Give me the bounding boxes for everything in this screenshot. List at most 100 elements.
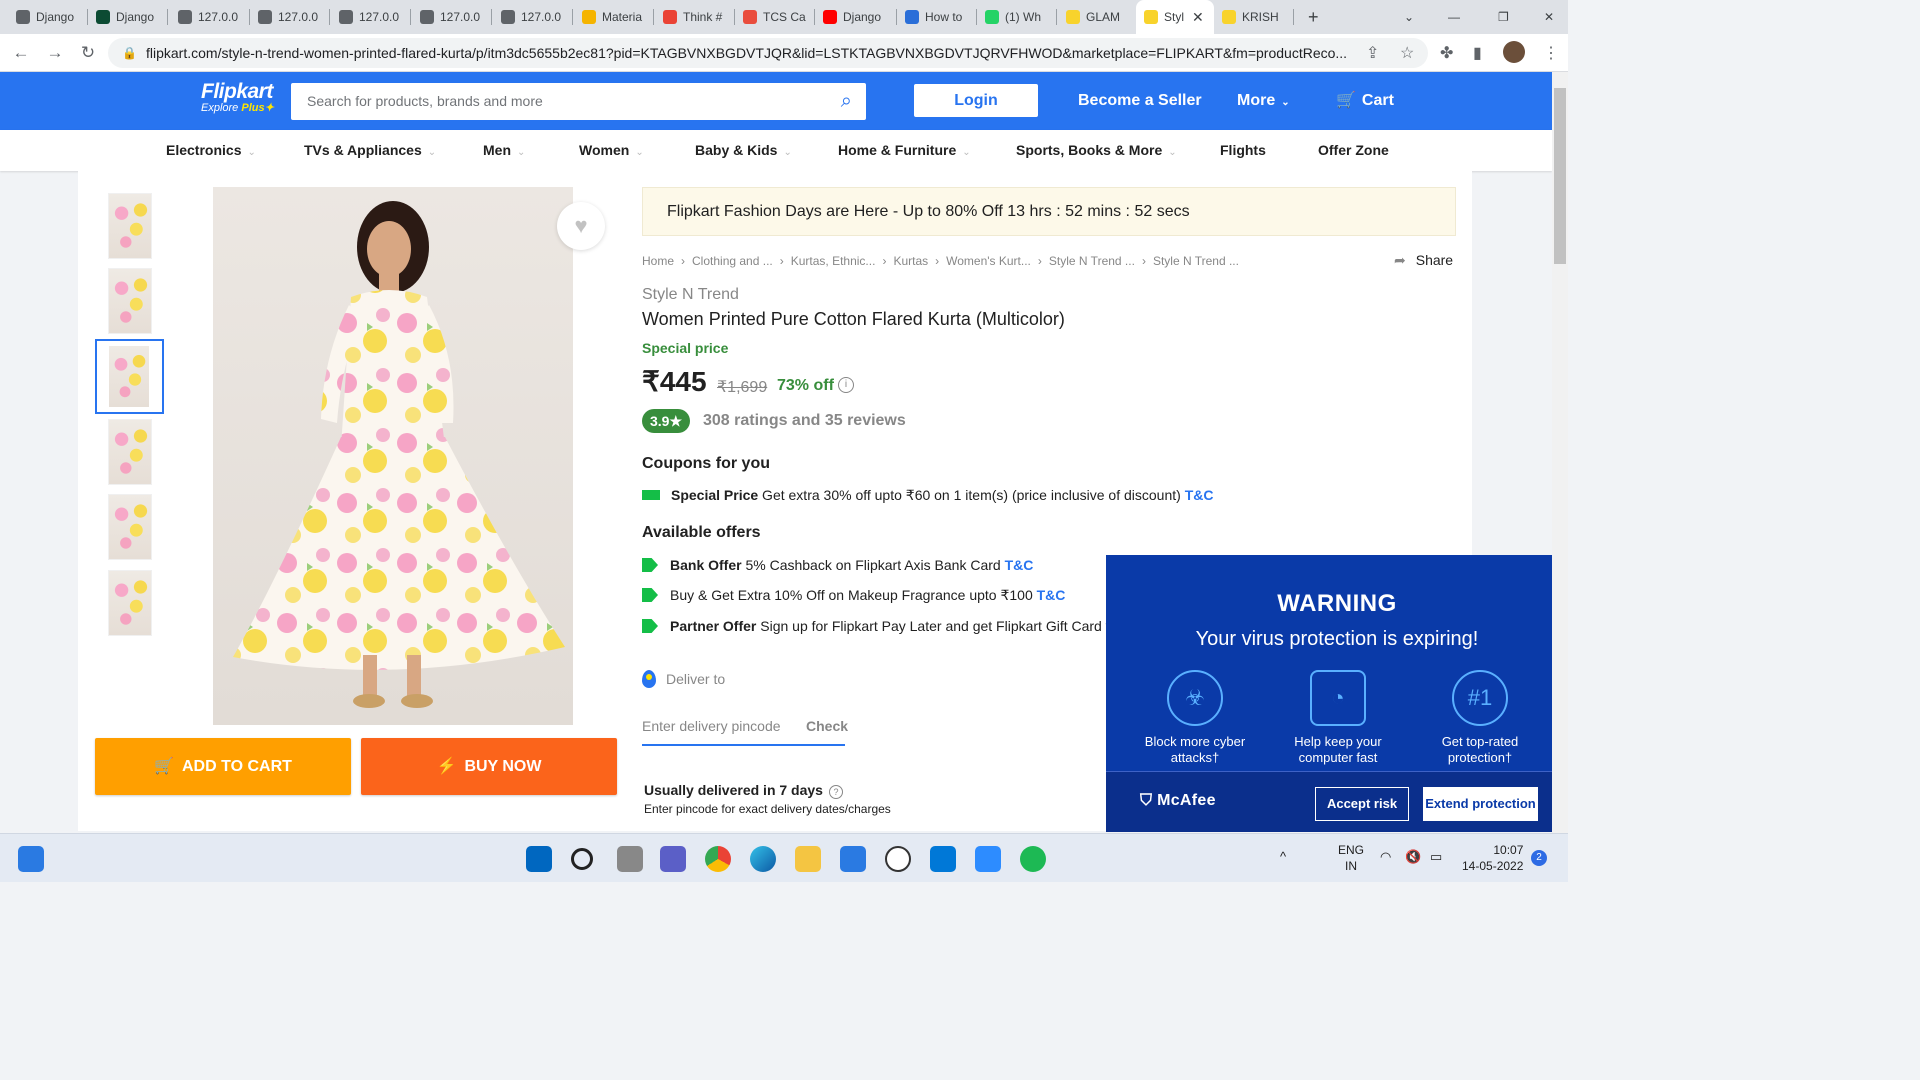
rating-badge[interactable]: 3.9★ (642, 409, 691, 433)
breadcrumb-item[interactable]: Kurtas, Ethnic... (791, 254, 876, 268)
wishlist-heart-icon[interactable]: ♥ (557, 202, 605, 250)
cart-link[interactable]: 🛒 Cart (1336, 72, 1394, 130)
search-icon[interactable] (571, 848, 593, 870)
product-thumbnail-4[interactable] (108, 419, 152, 485)
file-explorer-icon[interactable] (795, 846, 821, 872)
vscode-icon[interactable] (930, 846, 956, 872)
browser-tab[interactable]: Styl ✕ (1136, 0, 1214, 34)
flipkart-logo[interactable]: Flipkart Explore Plus✦ (201, 80, 274, 114)
offer-tnc-link[interactable]: T&C (1005, 557, 1034, 573)
check-pincode-button[interactable]: Check (806, 718, 848, 734)
breadcrumb-item[interactable]: Women's Kurt... (946, 254, 1031, 268)
search-icon[interactable]: ⌕ (841, 83, 852, 120)
buy-now-button[interactable]: ⚡ BUY NOW (361, 738, 617, 795)
category-baby-kids[interactable]: Baby & Kids ⌄ (695, 130, 792, 171)
lock-icon[interactable]: 🔒 (122, 38, 137, 68)
close-window-icon[interactable]: ✕ (1536, 0, 1560, 34)
help-question-icon[interactable]: ? (828, 785, 843, 799)
volume-muted-icon[interactable]: 🔇 (1405, 849, 1421, 865)
browser-tab[interactable]: Django (815, 0, 897, 34)
browser-tab[interactable]: Django (88, 0, 168, 34)
category-men[interactable]: Men ⌄ (483, 130, 525, 171)
chrome-icon[interactable] (705, 846, 731, 872)
system-clock[interactable]: 10:07 14-05-2022 (1462, 842, 1523, 874)
browser-tab[interactable]: 127.0.0 (412, 0, 492, 34)
zoom-icon[interactable] (975, 846, 1001, 872)
browser-tab[interactable]: 127.0.0 (170, 0, 250, 34)
become-seller-link[interactable]: Become a Seller (1078, 72, 1202, 130)
task-view-icon[interactable] (617, 846, 643, 872)
browser-tab[interactable]: Materia (574, 0, 654, 34)
browser-tab[interactable]: (1) Wh (977, 0, 1057, 34)
product-brand[interactable]: Style N Trend (642, 286, 739, 304)
breadcrumb-item[interactable]: Style N Trend ... (1049, 254, 1135, 268)
browser-tab[interactable]: Think # (655, 0, 735, 34)
widgets-icon[interactable] (18, 846, 44, 872)
category-women[interactable]: Women ⌄ (579, 130, 644, 171)
category-sports-books-more[interactable]: Sports, Books & More ⌄ (1016, 130, 1177, 171)
more-menu[interactable]: More ⌄ (1237, 72, 1290, 130)
browser-tab[interactable]: TCS Ca (735, 0, 815, 34)
profile-avatar[interactable] (1503, 41, 1525, 63)
breadcrumb-item[interactable]: Style N Trend ... (1153, 254, 1239, 268)
category-electronics[interactable]: Electronics ⌄ (166, 130, 256, 171)
battery-icon[interactable]: ▭ (1430, 849, 1442, 865)
breadcrumb-item[interactable]: Kurtas (893, 254, 928, 268)
ratings-reviews-count[interactable]: 308 ratings and 35 reviews (703, 412, 906, 430)
browser-tab[interactable]: How to (897, 0, 977, 34)
add-to-cart-button[interactable]: 🛒 ADD TO CART (95, 738, 351, 795)
product-main-image[interactable] (213, 187, 573, 725)
address-bar[interactable]: 🔒 flipkart.com/style-n-trend-women-print… (108, 38, 1428, 68)
chrome-menu-icon[interactable]: ⋮ (1543, 43, 1559, 63)
breadcrumb-item[interactable]: Home (642, 254, 674, 268)
breadcrumb-item[interactable]: Clothing and ... (692, 254, 773, 268)
search-input[interactable]: Search for products, brands and more ⌕ (291, 83, 866, 120)
close-tab-icon[interactable]: ✕ (1192, 9, 1204, 26)
language-indicator[interactable]: ENG IN (1338, 842, 1364, 874)
browser-tab[interactable]: GLAM (1058, 0, 1138, 34)
page-scrollbar[interactable] (1552, 72, 1568, 833)
pincode-input[interactable]: Enter delivery pincode Check (642, 716, 848, 746)
browser-tab[interactable]: KRISH (1214, 0, 1294, 34)
product-thumbnail-2[interactable] (108, 268, 152, 334)
category-tvs-appliances[interactable]: TVs & Appliances ⌄ (304, 130, 436, 171)
extensions-puzzle-icon[interactable]: ✤ (1440, 43, 1453, 63)
notification-badge[interactable]: 2 (1531, 850, 1547, 866)
edge-icon[interactable] (750, 846, 776, 872)
wifi-icon[interactable]: ◠ (1380, 849, 1391, 865)
tray-chevron-up-icon[interactable]: ^ (1280, 849, 1286, 864)
category-home-furniture[interactable]: Home & Furniture ⌄ (838, 130, 971, 171)
browser-tab[interactable]: Django (8, 0, 88, 34)
restore-icon[interactable]: ❐ (1490, 0, 1514, 34)
share-page-icon[interactable]: ⇪ (1366, 43, 1379, 63)
product-thumbnail-1[interactable] (108, 193, 152, 259)
product-thumbnail-5[interactable] (108, 494, 152, 560)
spotify-icon[interactable] (1020, 846, 1046, 872)
offer-tnc-link[interactable]: T&C (1037, 587, 1066, 603)
coupon-tnc-link[interactable]: T&C (1185, 487, 1214, 503)
extend-protection-button[interactable]: Extend protection (1423, 787, 1538, 821)
back-arrow-icon[interactable]: ← (10, 42, 32, 64)
browser-tab[interactable]: 127.0.0 (331, 0, 411, 34)
side-panel-icon[interactable]: ▮ (1473, 43, 1482, 63)
info-icon[interactable]: i (838, 377, 854, 393)
start-windows-icon[interactable] (526, 846, 552, 872)
bookmark-star-icon[interactable]: ☆ (1400, 43, 1414, 63)
scrollbar-thumb[interactable] (1554, 88, 1566, 264)
login-button[interactable]: Login (914, 84, 1038, 117)
browser-tab[interactable]: 127.0.0 (250, 0, 330, 34)
product-thumbnail-6[interactable] (108, 570, 152, 636)
category-offer-zone[interactable]: Offer Zone (1318, 130, 1389, 171)
accept-risk-button[interactable]: Accept risk (1315, 787, 1409, 821)
browser-tab[interactable]: 127.0.0 (493, 0, 573, 34)
teams-chat-icon[interactable] (660, 846, 686, 872)
tab-search-icon[interactable]: ⌄ (1396, 0, 1420, 34)
product-thumbnail-3-selected[interactable] (95, 339, 164, 414)
dell-icon[interactable] (885, 846, 911, 872)
category-flights[interactable]: Flights (1220, 130, 1266, 171)
forward-arrow-icon[interactable]: → (44, 42, 66, 64)
share-button[interactable]: ➦ Share (1394, 252, 1453, 269)
reload-icon[interactable]: ↻ (77, 42, 99, 64)
minimize-icon[interactable]: — (1440, 0, 1464, 34)
mail-icon[interactable] (840, 846, 866, 872)
